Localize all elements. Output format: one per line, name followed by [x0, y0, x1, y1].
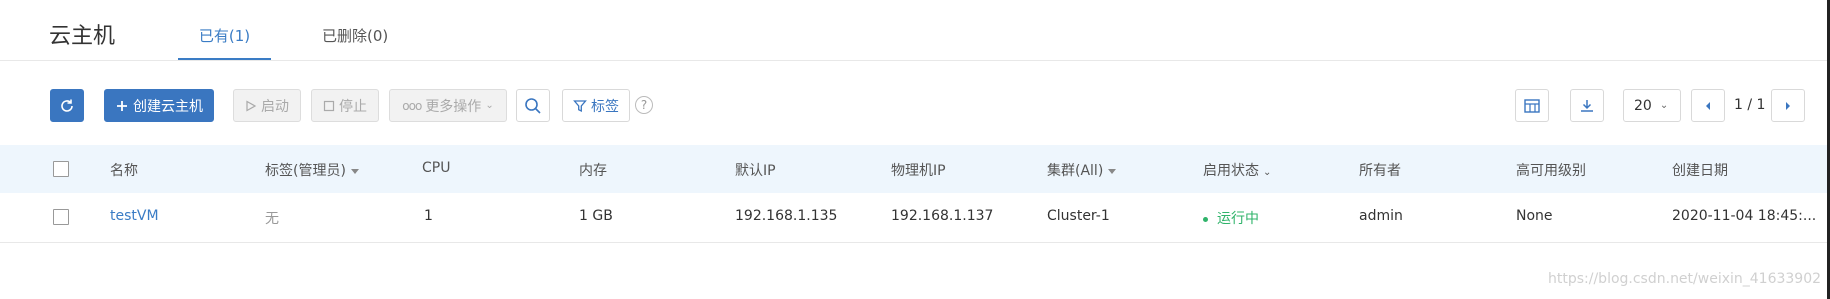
stop-icon: [323, 100, 335, 111]
table-columns-icon: [1524, 98, 1540, 113]
page-title: 云主机: [49, 24, 116, 49]
stop-label: 停止: [339, 98, 367, 115]
column-status[interactable]: 启用状态 ⌄: [1203, 160, 1271, 180]
tag-filter-button[interactable]: 标签: [562, 89, 630, 122]
search-icon: [525, 97, 541, 114]
status-dot-icon: [1203, 216, 1208, 222]
more-actions-button[interactable]: ooo 更多操作 ⌄: [389, 89, 507, 122]
vm-cluster: Cluster-1: [1047, 208, 1110, 224]
column-owner[interactable]: 所有者: [1359, 160, 1401, 180]
column-status-label: 启用状态: [1203, 163, 1259, 179]
caret-down-icon: [1108, 168, 1117, 174]
page-size-select[interactable]: 20 ⌄: [1623, 89, 1681, 122]
create-vm-label: 创建云主机: [133, 98, 203, 115]
vm-memory: 1 GB: [579, 208, 613, 224]
vm-ha-level: None: [1516, 208, 1553, 224]
vm-created-date: 2020-11-04 18:45:...: [1672, 208, 1817, 224]
status-badge: 运行中: [1203, 208, 1259, 228]
start-button[interactable]: 启动: [233, 89, 301, 122]
table-row[interactable]: testVM 无 1 1 GB 192.168.1.135 192.168.1.…: [0, 193, 1830, 243]
column-host-ip[interactable]: 物理机IP: [891, 160, 946, 180]
page-indicator: 1 / 1: [1734, 97, 1766, 113]
status-label: 运行中: [1217, 211, 1259, 227]
tab-deleted[interactable]: 已删除(0): [322, 25, 388, 58]
filter-icon: [573, 99, 587, 112]
vm-name-link[interactable]: testVM: [110, 208, 159, 224]
create-vm-button[interactable]: 创建云主机: [104, 89, 214, 122]
column-tag[interactable]: 标签(管理员): [265, 160, 359, 180]
next-page-button[interactable]: [1771, 89, 1805, 122]
play-icon: [246, 99, 257, 112]
refresh-button[interactable]: [50, 89, 84, 122]
chevron-down-icon: ⌄: [485, 100, 494, 111]
column-cluster[interactable]: 集群(All): [1047, 160, 1117, 180]
chevron-down-icon: ⌄: [1263, 167, 1272, 178]
more-actions-label: 更多操作: [425, 98, 482, 115]
tag-filter-label: 标签: [591, 98, 619, 115]
page-size-value: 20: [1634, 97, 1652, 114]
page-header: 云主机 已有(1) 已删除(0): [0, 0, 1830, 61]
chevron-right-icon: [1786, 101, 1790, 110]
column-created[interactable]: 创建日期: [1672, 160, 1728, 180]
column-cluster-label: 集群(All): [1047, 163, 1104, 179]
watermark-text: https://blog.csdn.net/weixin_41633902: [1548, 271, 1822, 287]
column-cpu[interactable]: CPU: [422, 160, 450, 176]
vm-owner: admin: [1359, 208, 1403, 224]
vm-cpu: 1: [424, 208, 433, 224]
chevron-down-icon: ⌄: [1659, 100, 1669, 111]
vm-default-ip: 192.168.1.135: [735, 208, 838, 224]
plus-icon: [117, 100, 127, 111]
column-name[interactable]: 名称: [110, 160, 138, 180]
column-settings-button[interactable]: [1515, 89, 1549, 122]
column-default-ip[interactable]: 默认IP: [735, 160, 776, 180]
refresh-icon: [61, 99, 73, 112]
export-button[interactable]: [1570, 89, 1604, 122]
chevron-left-icon: [1706, 101, 1710, 110]
tab-existing[interactable]: 已有(1): [178, 25, 271, 60]
column-ha-level[interactable]: 高可用级别: [1516, 160, 1586, 180]
stop-button[interactable]: 停止: [311, 89, 379, 122]
caret-down-icon: [350, 168, 359, 174]
column-memory[interactable]: 内存: [579, 160, 607, 180]
help-icon[interactable]: ?: [635, 96, 653, 114]
select-all-checkbox[interactable]: [53, 161, 69, 177]
download-icon: [1581, 99, 1593, 112]
search-button[interactable]: [516, 89, 550, 122]
prev-page-button[interactable]: [1691, 89, 1725, 122]
table-header: 名称 标签(管理员) CPU 内存 默认IP 物理机IP 集群(All) 启用状…: [0, 145, 1830, 193]
start-label: 启动: [261, 98, 289, 115]
vm-tag: 无: [265, 211, 279, 227]
more-dots-icon: ooo: [402, 98, 422, 113]
vm-host-ip: 192.168.1.137: [891, 208, 994, 224]
column-tag-label: 标签(管理员): [265, 163, 346, 179]
row-checkbox[interactable]: [53, 209, 69, 225]
